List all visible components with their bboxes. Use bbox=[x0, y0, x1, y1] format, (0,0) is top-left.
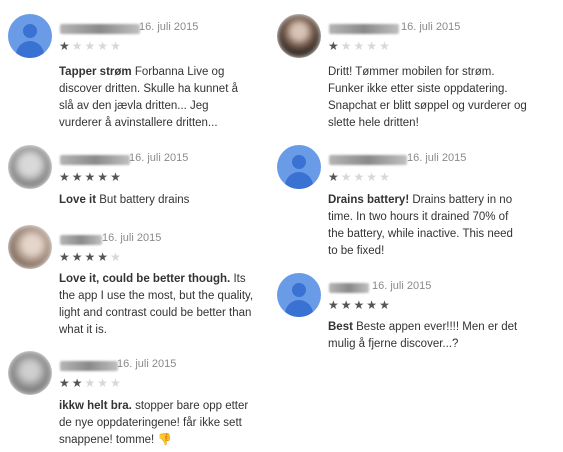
star-filled-icon: ★ bbox=[340, 298, 354, 312]
reviewer-name-redacted bbox=[60, 155, 130, 165]
star-filled-icon: ★ bbox=[110, 170, 123, 184]
review-body: Beste appen ever!!!! Men er det mulig å … bbox=[328, 321, 518, 350]
reviewer-avatar[interactable] bbox=[8, 145, 52, 189]
star-empty-icon: ★ bbox=[110, 39, 123, 53]
star-empty-icon: ★ bbox=[110, 376, 123, 390]
reviewer-avatar[interactable] bbox=[277, 14, 321, 58]
star-empty-icon: ★ bbox=[84, 376, 98, 390]
reviewer-name-redacted bbox=[329, 283, 369, 293]
star-empty-icon: ★ bbox=[97, 39, 111, 53]
star-filled-icon: ★ bbox=[97, 250, 111, 264]
star-filled-icon: ★ bbox=[71, 250, 85, 264]
reviewer-name-redacted bbox=[60, 361, 118, 371]
review-title: Drains battery! bbox=[328, 194, 410, 206]
review-title: Love it, could be better though. bbox=[59, 273, 231, 285]
review-title: Best bbox=[328, 321, 353, 333]
star-rating: ★★★★★ bbox=[59, 250, 123, 264]
reviewer-name-redacted bbox=[60, 235, 102, 245]
star-filled-icon: ★ bbox=[59, 39, 72, 53]
star-empty-icon: ★ bbox=[71, 39, 85, 53]
star-filled-icon: ★ bbox=[84, 170, 98, 184]
review-date: 16. juli 2015 bbox=[102, 232, 162, 244]
reviewer-name-redacted bbox=[60, 24, 140, 34]
star-filled-icon: ★ bbox=[353, 298, 367, 312]
star-filled-icon: ★ bbox=[59, 250, 72, 264]
review-date: 16. juli 2015 bbox=[401, 21, 461, 33]
star-empty-icon: ★ bbox=[340, 39, 354, 53]
star-filled-icon: ★ bbox=[328, 298, 341, 312]
star-rating: ★★★★★ bbox=[59, 376, 123, 390]
reviewer-avatar[interactable] bbox=[8, 351, 52, 395]
star-rating: ★★★★★ bbox=[59, 39, 123, 53]
review-text: Drains battery! Drains battery in no tim… bbox=[328, 192, 518, 260]
star-filled-icon: ★ bbox=[71, 170, 85, 184]
star-filled-icon: ★ bbox=[71, 376, 85, 390]
star-empty-icon: ★ bbox=[353, 39, 367, 53]
star-filled-icon: ★ bbox=[59, 376, 72, 390]
review-body: Dritt! Tømmer mobilen for strøm. Funker … bbox=[328, 66, 527, 129]
default-avatar-icon[interactable] bbox=[8, 14, 52, 58]
star-rating: ★★★★★ bbox=[328, 298, 392, 312]
star-filled-icon: ★ bbox=[328, 170, 341, 184]
star-empty-icon: ★ bbox=[366, 39, 380, 53]
review-text: Best Beste appen ever!!!! Men er det mul… bbox=[328, 319, 518, 353]
review-text: Dritt! Tømmer mobilen for strøm. Funker … bbox=[328, 64, 528, 132]
star-rating: ★★★★★ bbox=[59, 170, 123, 184]
review-text: Love it, could be better though. Its the… bbox=[59, 271, 254, 339]
star-filled-icon: ★ bbox=[379, 298, 392, 312]
star-filled-icon: ★ bbox=[97, 170, 111, 184]
review-card: 16. juli 2015 ★★★★★ ikkw helt bra. stopp… bbox=[8, 351, 248, 451]
review-text: Love it But battery drains bbox=[59, 192, 249, 209]
review-card: 16. juli 2015 ★★★★★ Best Beste appen eve… bbox=[277, 273, 537, 358]
reviewer-avatar[interactable] bbox=[8, 225, 52, 269]
star-filled-icon: ★ bbox=[328, 39, 341, 53]
review-body: But battery drains bbox=[99, 194, 190, 206]
star-filled-icon: ★ bbox=[59, 170, 72, 184]
review-date: 16. juli 2015 bbox=[139, 21, 199, 33]
review-text: ikkw helt bra. stopper bare opp etter de… bbox=[59, 398, 249, 449]
review-title: Tapper strøm bbox=[59, 66, 132, 78]
reviewer-name-redacted bbox=[329, 24, 399, 34]
reviewer-name-redacted bbox=[329, 155, 407, 165]
star-rating: ★★★★★ bbox=[328, 39, 392, 53]
default-avatar-icon[interactable] bbox=[277, 273, 321, 317]
review-title: Love it bbox=[59, 194, 97, 206]
star-empty-icon: ★ bbox=[340, 170, 354, 184]
star-empty-icon: ★ bbox=[84, 39, 98, 53]
star-empty-icon: ★ bbox=[366, 170, 380, 184]
star-empty-icon: ★ bbox=[379, 170, 392, 184]
star-empty-icon: ★ bbox=[97, 376, 111, 390]
review-card: 16. juli 2015 ★★★★★ Drains battery! Drai… bbox=[277, 145, 537, 260]
star-empty-icon: ★ bbox=[110, 250, 123, 264]
star-filled-icon: ★ bbox=[366, 298, 380, 312]
star-rating: ★★★★★ bbox=[328, 170, 392, 184]
star-empty-icon: ★ bbox=[379, 39, 392, 53]
default-avatar-icon[interactable] bbox=[277, 145, 321, 189]
review-card: 16. juli 2015 ★★★★★ Tapper strøm Forbann… bbox=[8, 14, 248, 134]
review-date: 16. juli 2015 bbox=[117, 358, 177, 370]
review-card: 16. juli 2015 ★★★★★ Love it But battery … bbox=[8, 145, 248, 215]
star-filled-icon: ★ bbox=[84, 250, 98, 264]
review-date: 16. juli 2015 bbox=[372, 280, 432, 292]
review-card: 16. juli 2015 ★★★★★ Love it, could be be… bbox=[8, 225, 253, 340]
review-date: 16. juli 2015 bbox=[407, 152, 467, 164]
review-date: 16. juli 2015 bbox=[129, 152, 189, 164]
star-empty-icon: ★ bbox=[353, 170, 367, 184]
review-text: Tapper strøm Forbanna Live og discover d… bbox=[59, 64, 249, 132]
review-card: 16. juli 2015 ★★★★★ Dritt! Tømmer mobile… bbox=[277, 14, 537, 129]
review-title: ikkw helt bra. bbox=[59, 400, 132, 412]
